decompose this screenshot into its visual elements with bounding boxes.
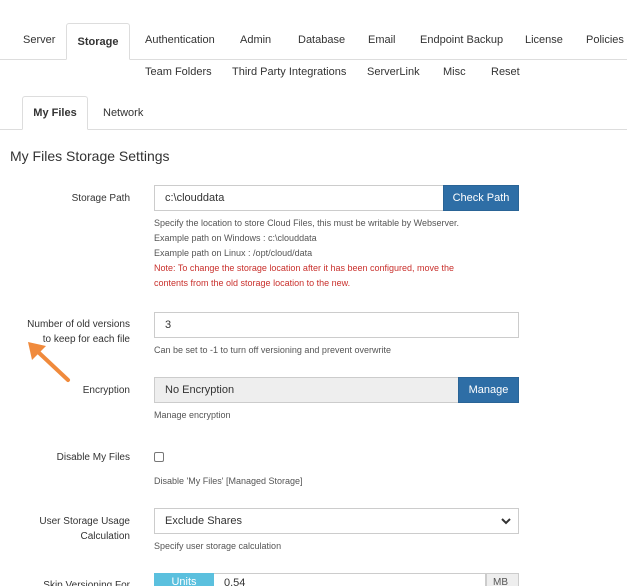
tab-database[interactable]: Database — [298, 34, 345, 46]
page-title: My Files Storage Settings — [10, 148, 170, 164]
tab-third-party-integrations[interactable]: Third Party Integrations — [232, 66, 346, 78]
subtabs-divider — [88, 129, 627, 130]
storage-path-example-linux: Example path on Linux : /opt/cloud/data — [154, 248, 313, 258]
tab-storage[interactable]: Storage — [66, 23, 130, 60]
tab-reset[interactable]: Reset — [491, 66, 520, 78]
tab-misc[interactable]: Misc — [443, 66, 466, 78]
tabs-divider-left — [0, 59, 66, 60]
user-storage-usage-help: Specify user storage calculation — [154, 541, 282, 551]
old-versions-help: Can be set to -1 to turn off versioning … — [154, 345, 391, 355]
user-storage-usage-label-cont: Calculation — [80, 531, 130, 542]
encryption-field: No Encryption — [154, 377, 459, 403]
tab-email[interactable]: Email — [368, 34, 396, 46]
subtabs-divider-left — [0, 129, 22, 130]
tab-authentication[interactable]: Authentication — [145, 34, 215, 46]
chevron-down-icon — [501, 518, 511, 525]
manage-encryption-button[interactable]: Manage — [458, 377, 519, 403]
tab-license[interactable]: License — [525, 34, 563, 46]
storage-path-note: Note: To change the storage location aft… — [154, 263, 455, 273]
subtab-network[interactable]: Network — [103, 107, 143, 119]
user-storage-usage-label: User Storage Usage — [39, 516, 130, 527]
tab-storage-label: Storage — [77, 35, 119, 48]
unit-addon: MB — [486, 573, 519, 586]
units-button[interactable]: Units — [154, 573, 214, 586]
tab-endpoint-backup[interactable]: Endpoint Backup — [420, 34, 503, 46]
storage-path-input[interactable]: c:\clouddata — [154, 185, 444, 211]
skip-versioning-label: Skip Versioning For — [43, 580, 130, 586]
storage-path-help: Specify the location to store Cloud File… — [154, 218, 459, 228]
disable-my-files-label: Disable My Files — [56, 452, 130, 463]
arrow-icon — [28, 342, 70, 382]
tab-admin[interactable]: Admin — [240, 34, 271, 46]
tab-team-folders[interactable]: Team Folders — [145, 66, 212, 78]
storage-path-example-windows: Example path on Windows : c:\clouddata — [154, 233, 317, 243]
old-versions-input[interactable]: 3 — [154, 312, 519, 338]
subtab-my-files[interactable]: My Files — [22, 96, 88, 130]
check-path-button[interactable]: Check Path — [443, 185, 519, 211]
disable-my-files-checkbox[interactable] — [154, 452, 164, 462]
tab-serverlink[interactable]: ServerLink — [367, 66, 420, 78]
old-versions-label: Number of old versions — [27, 319, 130, 330]
user-storage-usage-value: Exclude Shares — [165, 515, 243, 527]
skip-versioning-input[interactable]: 0.54 — [214, 573, 486, 586]
storage-path-note-cont: contents from the old storage location t… — [154, 278, 351, 288]
tab-policies[interactable]: Policies — [586, 34, 624, 46]
encryption-label: Encryption — [82, 385, 130, 396]
tab-server[interactable]: Server — [23, 34, 55, 46]
disable-my-files-help: Disable 'My Files' [Managed Storage] — [154, 476, 303, 486]
user-storage-usage-select[interactable]: Exclude Shares — [154, 508, 519, 534]
storage-path-label: Storage Path — [71, 193, 130, 204]
tabs-divider — [130, 59, 627, 60]
encryption-help: Manage encryption — [154, 410, 231, 420]
subtab-my-files-label: My Files — [33, 107, 77, 119]
